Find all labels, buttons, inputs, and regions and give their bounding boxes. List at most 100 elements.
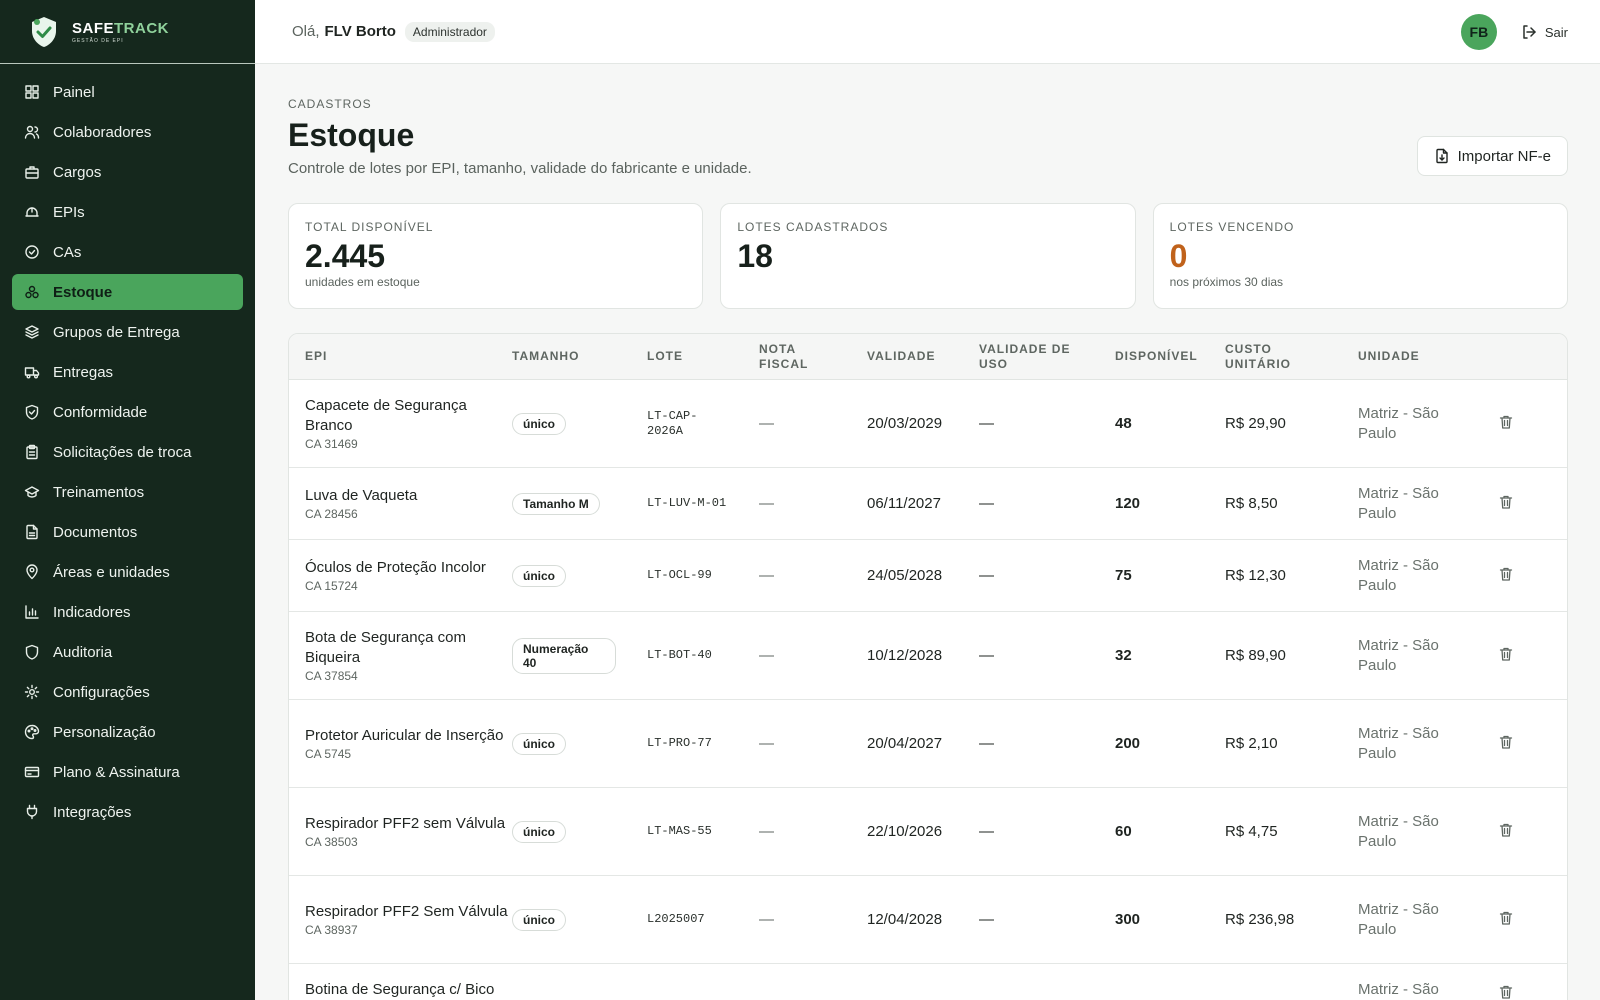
table-row[interactable]: Botina de Segurança c/ Bico Matriz - São [289,964,1567,1000]
sidebar-item-configuracoes[interactable]: Configurações [12,674,243,710]
validade-cell: 20/04/2027 [867,735,943,752]
column-header-tamanho[interactable]: TAMANHO [512,349,647,364]
size-badge: Tamanho M [512,492,600,515]
sidebar-item-label: Entregas [53,363,114,381]
stat-label: TOTAL DISPONÍVEL [305,220,434,234]
unidade-cell: Matriz - São Paulo [1358,484,1439,522]
table-row[interactable]: Protetor Auricular de Inserção CA 5745 úni… [289,700,1567,788]
epi-name: Luva de Vaqueta [305,487,418,504]
validade-cell: 24/05/2028 [867,567,943,584]
column-header-validade-uso[interactable]: VALIDADE DE USO [979,342,1115,372]
sidebar-item-solicitacoes-de-troca[interactable]: Solicitações de troca [12,434,243,470]
epi-ca: CA 31469 [305,437,358,451]
sidebar-item-label: Documentos [53,523,138,541]
sidebar-item-cargos[interactable]: Cargos [12,154,243,190]
table-row[interactable]: Luva de Vaqueta CA 28456 Tamanho M LT-LUV-M… [289,468,1567,540]
sidebar-item-label: Estoque [53,283,113,301]
sidebar-item-cas[interactable]: CAs [12,234,243,270]
table-row[interactable]: Capacete de Segurança Branco CA 31469 únic… [289,380,1567,468]
column-header-validade[interactable]: VALIDADE [867,349,979,364]
delete-button[interactable] [1498,566,1528,586]
stat-label: LOTES CADASTRADOS [737,220,889,234]
delete-button[interactable] [1498,910,1528,930]
logout-button[interactable]: Sair [1521,24,1568,40]
truck-icon [24,367,40,379]
sidebar-nav: Painel Colaboradores Cargos EPIs CAs Estoque G… [0,64,255,830]
sidebar-item-label: Áreas e unidades [53,563,170,581]
trash-icon [1499,495,1513,509]
breadcrumb: CADASTROS [288,97,372,111]
stat-value: 0 [1169,238,1188,274]
table-row[interactable]: Bota de Segurança com Biqueira CA 37854 Nu… [289,612,1567,700]
custo-cell: R$ 12,30 [1225,567,1286,584]
sidebar-item-label: Configurações [53,683,150,701]
column-header-epi[interactable]: EPI [289,349,512,364]
delete-button[interactable] [1498,494,1528,514]
column-header-lote[interactable]: LOTE [647,349,759,364]
sidebar-item-estoque[interactable]: Estoque [12,274,243,310]
layers-icon [25,325,39,339]
size-badge: Numeração 40 [512,637,616,674]
delete-button[interactable] [1498,414,1528,434]
clipboard-icon [26,444,38,460]
size-badge: único [512,412,566,435]
trash-icon [1499,985,1513,999]
sidebar-item-conformidade[interactable]: Conformidade [12,394,243,430]
sidebar-item-painel[interactable]: Painel [12,74,243,110]
delete-button[interactable] [1498,734,1528,754]
page-title: Estoque [288,117,415,153]
role-badge: Administrador [404,21,495,42]
sidebar-item-label: Plano & Assinatura [53,763,180,781]
delete-button[interactable] [1498,984,1528,1000]
sidebar-item-areas-e-unidades[interactable]: Áreas e unidades [12,554,243,590]
validade-uso-cell: — [979,495,994,512]
lote-cell: LT-OCL-99 [647,568,712,582]
disponivel-cell: 120 [1115,495,1141,512]
page-subtitle: Controle de lotes por EPI, tamanho, vali… [288,160,752,177]
sidebar-item-treinamentos[interactable]: Treinamentos [12,474,243,510]
column-header-nota-fiscal[interactable]: NOTA FISCAL [759,342,867,372]
custo-cell: R$ 8,50 [1225,495,1278,512]
stat-value: 2.445 [305,238,386,274]
epi-name: Respirador PFF2 Sem Válvula [305,903,508,920]
gear-icon [24,684,40,700]
column-header-unidade[interactable]: UNIDADE [1358,349,1498,364]
epi-cell: Bota de Segurança com Biqueira CA 37854 [289,628,512,683]
sidebar-item-plano-assinatura[interactable]: Plano & Assinatura [12,754,243,790]
delete-button[interactable] [1498,646,1528,666]
sidebar-item-epis[interactable]: EPIs [12,194,243,230]
sidebar-item-colaboradores[interactable]: Colaboradores [12,114,243,150]
sidebar-item-indicadores[interactable]: Indicadores [12,594,243,630]
stat-note: unidades em estoque [305,275,420,289]
import-nfe-button[interactable]: Importar NF-e [1416,136,1568,176]
boxes-icon [25,285,39,299]
sidebar-item-personalizacao[interactable]: Personalização [12,714,243,750]
shield-icon [25,644,39,660]
graduation-cap-icon [24,486,40,498]
sidebar-item-auditoria[interactable]: Auditoria [12,634,243,670]
custo-cell: R$ 29,90 [1225,415,1286,432]
column-header-disponivel[interactable]: DISPONÍVEL [1115,349,1225,364]
size-cell: único [512,820,647,843]
delete-button[interactable] [1498,822,1528,842]
sidebar-item-documentos[interactable]: Documentos [12,514,243,550]
epi-cell: Óculos de Proteção Incolor CA 15724 [289,558,512,593]
sidebar-item-integracoes[interactable]: Integrações [12,794,243,830]
column-header-custo[interactable]: CUSTO UNITÁRIO [1225,342,1358,372]
disponivel-cell: 75 [1115,567,1132,584]
briefcase-icon [25,166,39,179]
sidebar-item-entregas[interactable]: Entregas [12,354,243,390]
epi-name: Óculos de Proteção Incolor [305,559,486,576]
validade-uso-cell: — [979,647,994,664]
brand[interactable]: SAFETRACK GESTÃO DE EPI [0,0,255,64]
avatar[interactable]: FB [1460,14,1497,50]
bar-chart-icon [25,605,39,619]
table-row[interactable]: Respirador PFF2 Sem Válvula CA 38937 único… [289,876,1567,964]
logout-icon [1523,25,1536,39]
table-row[interactable]: Respirador PFF2 sem Válvula CA 38503 único… [289,788,1567,876]
table-row[interactable]: Óculos de Proteção Incolor CA 15724 único L… [289,540,1567,612]
epi-name: Protetor Auricular de Inserção [305,727,504,744]
credit-card-icon [24,766,40,778]
disponivel-cell: 200 [1115,735,1141,752]
sidebar-item-grupos-de-entrega[interactable]: Grupos de Entrega [12,314,243,350]
